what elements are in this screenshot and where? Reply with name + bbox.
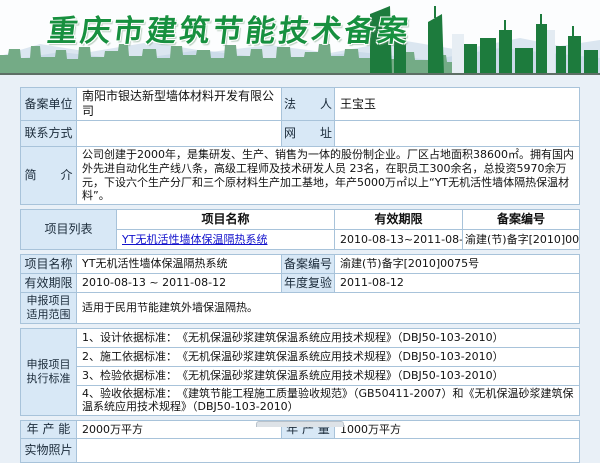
annual-output-value: 1000万平方 xyxy=(335,421,580,439)
table-row: 项目列表 项目名称 有效期限 备案编号 xyxy=(21,210,580,230)
company-info-table: 备案单位 南阳市银达新型墙体材料开发有限公司 法 人 王宝玉 联系方式 网 址 … xyxy=(20,87,580,205)
table-row: 3、检验依据标准： 《无机保温砂浆建筑保温系统应用技术规程》（DBJ50-103… xyxy=(21,366,580,385)
photo-value xyxy=(77,439,580,463)
column-header-period: 有效期限 xyxy=(335,210,463,230)
project-name-link[interactable]: YT无机活性墙体保温隔热系统 xyxy=(122,233,267,246)
standard-item-construction: 2、施工依据标准： 《无机保温砂浆建筑保温系统应用技术规程》（DBJ50-103… xyxy=(77,347,580,366)
project-name-cell: YT无机活性墙体保温隔热系统 xyxy=(117,230,335,250)
contact-label: 联系方式 xyxy=(21,121,77,147)
photo-label: 实物照片 xyxy=(21,439,77,463)
project-list-table: 项目列表 项目名称 有效期限 备案编号 YT无机活性墙体保温隔热系统 2010-… xyxy=(20,209,580,250)
annual-recheck-value: 2011-08-12 xyxy=(335,274,580,293)
valid-period-label: 有效期限 xyxy=(21,274,77,293)
main-content: 备案单位 南阳市银达新型墙体材料开发有限公司 法 人 王宝玉 联系方式 网 址 … xyxy=(0,75,600,463)
column-header-name: 项目名称 xyxy=(117,210,335,230)
intro-value: 公司创建于2000年，是集研发、生产、销售为一体的股份制企业。厂区占地面积386… xyxy=(77,147,580,205)
standards-label: 申报项目执行标准 xyxy=(21,328,77,416)
table-row: 实物照片 xyxy=(21,439,580,463)
project-name-value: YT无机活性墙体保温隔热系统 xyxy=(77,255,282,274)
table-row: 备案单位 南阳市银达新型墙体材料开发有限公司 法 人 王宝玉 xyxy=(21,88,580,121)
table-row: 联系方式 网 址 xyxy=(21,121,580,147)
website-value xyxy=(335,121,580,147)
partial-bottom-button[interactable] xyxy=(256,421,344,427)
record-number-value: 渝建(节)备字[2010]0075号 xyxy=(335,255,580,274)
page-title: 重庆市建筑节能技术备案 xyxy=(45,6,413,50)
legal-person-label: 法 人 xyxy=(282,88,335,121)
standard-item-design: 1、设计依据标准： 《无机保温砂浆建筑保温系统应用技术规程》（DBJ50-103… xyxy=(77,328,580,347)
website-label: 网 址 xyxy=(282,121,335,147)
table-row: 项目名称 YT无机活性墙体保温隔热系统 备案编号 渝建(节)备字[2010]00… xyxy=(21,255,580,274)
standard-item-inspection: 3、检验依据标准： 《无机保温砂浆建筑保温系统应用技术规程》（DBJ50-103… xyxy=(77,366,580,385)
table-row: 申报项目执行标准 1、设计依据标准： 《无机保温砂浆建筑保温系统应用技术规程》（… xyxy=(21,328,580,347)
intro-label: 简 介 xyxy=(21,147,77,205)
column-header-number: 备案编号 xyxy=(463,210,580,230)
legal-person-value: 王宝玉 xyxy=(335,88,580,121)
contact-value xyxy=(77,121,282,147)
project-list-label: 项目列表 xyxy=(21,210,117,250)
table-row: 4、验收依据标准： 《建筑节能工程施工质量验收规范》（GB50411-2007）… xyxy=(21,385,580,416)
project-number-cell: 渝建(节)备字[2010]0075号 xyxy=(463,230,580,250)
filing-unit-label: 备案单位 xyxy=(21,88,77,121)
annual-recheck-label: 年度复验 xyxy=(282,274,335,293)
project-period-cell: 2010-08-13~2011-08-12 xyxy=(335,230,463,250)
annual-capacity-label: 年 产 能 xyxy=(21,421,77,439)
table-row: 简 介 公司创建于2000年，是集研发、生产、销售为一体的股份制企业。厂区占地面… xyxy=(21,147,580,205)
annual-capacity-value: 2000万平方 xyxy=(77,421,282,439)
project-detail-table: 项目名称 YT无机活性墙体保温隔热系统 备案编号 渝建(节)备字[2010]00… xyxy=(20,254,580,324)
filing-unit-value: 南阳市银达新型墙体材料开发有限公司 xyxy=(77,88,282,121)
scope-value: 适用于民用节能建筑外墙保温隔热。 xyxy=(77,293,580,324)
record-number-label: 备案编号 xyxy=(282,255,335,274)
table-row: 有效期限 2010-08-13 ~ 2011-08-12 年度复验 2011-0… xyxy=(21,274,580,293)
project-name-label: 项目名称 xyxy=(21,255,77,274)
standard-item-acceptance: 4、验收依据标准： 《建筑节能工程施工质量验收规范》（GB50411-2007）… xyxy=(77,385,580,416)
page-banner: 重庆市建筑节能技术备案 xyxy=(0,0,600,75)
table-row: 2、施工依据标准： 《无机保温砂浆建筑保温系统应用技术规程》（DBJ50-103… xyxy=(21,347,580,366)
scope-label: 申报项目适用范围 xyxy=(21,293,77,324)
standards-table: 申报项目执行标准 1、设计依据标准： 《无机保温砂浆建筑保温系统应用技术规程》（… xyxy=(20,328,580,417)
table-row: 申报项目适用范围 适用于民用节能建筑外墙保温隔热。 xyxy=(21,293,580,324)
valid-period-value: 2010-08-13 ~ 2011-08-12 xyxy=(77,274,282,293)
